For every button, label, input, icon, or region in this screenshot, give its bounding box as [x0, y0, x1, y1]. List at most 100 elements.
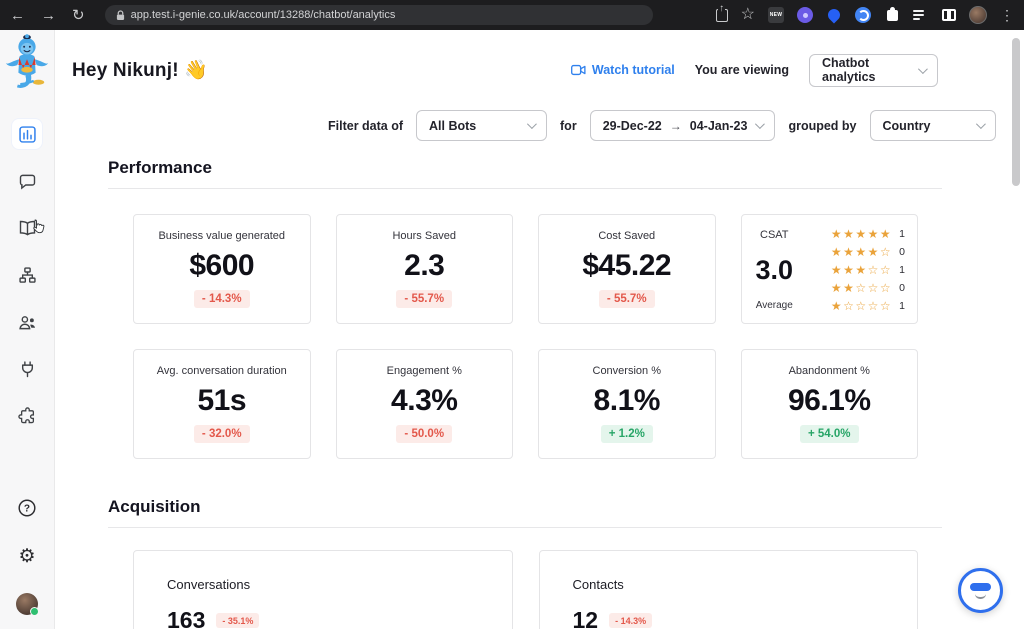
metric-label: Business value generated: [158, 230, 285, 242]
star-rating-icons: ★★★☆☆: [831, 264, 892, 276]
csat-ratings: ★★★★★1 ★★★★☆ 0 ★★★☆☆ 1 ★★☆☆☆ 0 ★☆☆☆☆ 1: [829, 227, 907, 313]
extension-new-icon[interactable]: NEW: [768, 7, 784, 23]
users-icon: [17, 312, 38, 333]
main-content: Hey Nikunj! 👋 Watch tutorial You are vie…: [55, 30, 1024, 629]
profile-avatar: [16, 593, 38, 615]
metric-card-conversion: Conversion % 8.1% + 1.2%: [538, 349, 716, 459]
address-bar[interactable]: app.test.i-genie.co.uk/account/13288/cha…: [105, 5, 653, 25]
star-rating-icons: ★☆☆☆☆: [831, 300, 892, 312]
reload-icon[interactable]: ↻: [72, 8, 85, 23]
sidebar-toggle-icon[interactable]: [942, 9, 956, 21]
bot-smile-icon: [975, 594, 986, 599]
acquisition-card-conversations: Conversations 163 - 35.1%: [133, 550, 513, 629]
metric-label: Engagement %: [387, 365, 462, 377]
acquisition-value: 163: [167, 607, 205, 629]
sidebar-item-knowledge-base[interactable]: [12, 213, 42, 243]
csat-rating-row: ★★★☆☆ 1: [831, 264, 905, 276]
star-rating-icons: ★★★★☆: [831, 246, 892, 258]
metric-delta-badge: + 1.2%: [601, 425, 653, 443]
video-camera-icon: [571, 64, 586, 76]
metric-delta-badge: - 50.0%: [396, 425, 452, 443]
book-icon: [17, 218, 38, 239]
csat-rating-row: ★★★★★1: [831, 228, 905, 240]
bookmark-star-icon[interactable]: ☆: [741, 7, 755, 23]
browser-chrome: ← → ↻ app.test.i-genie.co.uk/account/132…: [0, 0, 1024, 30]
metric-delta-badge: - 32.0%: [194, 425, 250, 443]
date-range-select[interactable]: 29-Dec-22 → 04-Jan-23: [590, 110, 776, 141]
sidebar-item-integrations[interactable]: [12, 354, 42, 384]
date-end-value: 04-Jan-23: [690, 119, 748, 133]
metric-label: Hours Saved: [392, 230, 456, 242]
metric-label: Avg. conversation duration: [157, 365, 287, 377]
sidebar-item-plugins[interactable]: [12, 401, 42, 431]
metric-value: 96.1%: [788, 384, 871, 418]
sidebar-item-settings[interactable]: ⚙: [12, 541, 42, 571]
star-rating-icons: ★★☆☆☆: [831, 282, 892, 294]
back-icon[interactable]: ←: [10, 8, 25, 23]
acquisition-delta-badge: - 35.1%: [216, 613, 259, 628]
csat-rating-row: ★☆☆☆☆ 1: [831, 300, 905, 312]
performance-section: Performance Business value generated $60…: [108, 158, 942, 459]
genie-logo: [4, 33, 50, 95]
browser-profile-avatar[interactable]: [969, 6, 987, 24]
csat-average-label: Average: [756, 300, 793, 311]
acquisition-label: Contacts: [573, 577, 918, 592]
extension-flower-icon[interactable]: [797, 7, 813, 23]
metric-delta-badge: + 54.0%: [800, 425, 859, 443]
view-select-value: Chatbot analytics: [822, 56, 906, 84]
lock-icon: [116, 10, 125, 21]
plug-icon: [17, 359, 38, 380]
sidebar-item-contacts[interactable]: [12, 307, 42, 337]
view-select[interactable]: Chatbot analytics: [809, 54, 938, 87]
metric-value: 2.3: [404, 249, 444, 283]
page-greeting: Hey Nikunj! 👋: [72, 58, 208, 82]
chevron-down-icon: [975, 119, 985, 129]
menu-kebab-icon[interactable]: ⋮: [1000, 8, 1014, 22]
csat-rating-count: 1: [899, 264, 905, 276]
sidebar-item-conversations[interactable]: [12, 166, 42, 196]
metric-delta-badge: - 55.7%: [396, 290, 452, 308]
csat-rating-count: 1: [899, 300, 905, 312]
sidebar-item-profile[interactable]: [12, 589, 42, 619]
sidebar-item-analytics[interactable]: [12, 119, 42, 149]
metric-card-hours-saved: Hours Saved 2.3 - 55.7%: [336, 214, 514, 324]
acquisition-label: Conversations: [167, 577, 512, 592]
csat-rating-count: 0: [899, 246, 905, 258]
puzzle-icon: [17, 406, 38, 427]
sidebar-item-help[interactable]: ?: [12, 493, 42, 523]
csat-rating-count: 0: [899, 282, 905, 294]
sidebar-item-bot-flows[interactable]: [12, 260, 42, 290]
extension-circle-icon[interactable]: [855, 7, 871, 23]
section-divider: [108, 188, 942, 189]
url-text: app.test.i-genie.co.uk/account/13288/cha…: [131, 9, 396, 21]
metric-delta-badge: - 14.3%: [194, 290, 250, 308]
bot-filter-select[interactable]: All Bots: [416, 110, 547, 141]
chevron-down-icon: [755, 119, 765, 129]
group-by-select[interactable]: Country: [870, 110, 996, 141]
acquisition-section: Acquisition Conversations 163 - 35.1% Co…: [108, 497, 942, 629]
metric-value: 8.1%: [594, 384, 660, 418]
chevron-down-icon: [918, 64, 928, 74]
section-divider: [108, 527, 942, 528]
extension-flame-icon[interactable]: [826, 7, 842, 23]
metric-label: Cost Saved: [598, 230, 655, 242]
csat-label: CSAT: [760, 229, 789, 241]
for-label: for: [560, 119, 577, 133]
csat-rating-row: ★★★★☆ 0: [831, 246, 905, 258]
extensions-puzzle-icon[interactable]: [884, 7, 900, 23]
metric-card-avg-duration: Avg. conversation duration 51s - 32.0%: [133, 349, 311, 459]
chat-widget-launcher[interactable]: [958, 568, 1003, 613]
scrollbar-thumb[interactable]: [1012, 38, 1020, 186]
watch-tutorial-link[interactable]: Watch tutorial: [571, 63, 675, 77]
forward-icon[interactable]: →: [41, 8, 56, 23]
csat-rating-row: ★★☆☆☆ 0: [831, 282, 905, 294]
metric-delta-badge: - 55.7%: [599, 290, 655, 308]
media-queue-icon[interactable]: [913, 7, 929, 23]
date-start-value: 29-Dec-22: [603, 119, 662, 133]
csat-average-value: 3.0: [756, 255, 794, 286]
share-icon[interactable]: [716, 9, 728, 22]
settings-gear-icon: ⚙: [18, 547, 35, 566]
star-rating-icons: ★★★★★: [831, 228, 892, 240]
acquisition-card-contacts: Contacts 12 - 14.3%: [539, 550, 919, 629]
metric-value: $600: [189, 249, 254, 283]
